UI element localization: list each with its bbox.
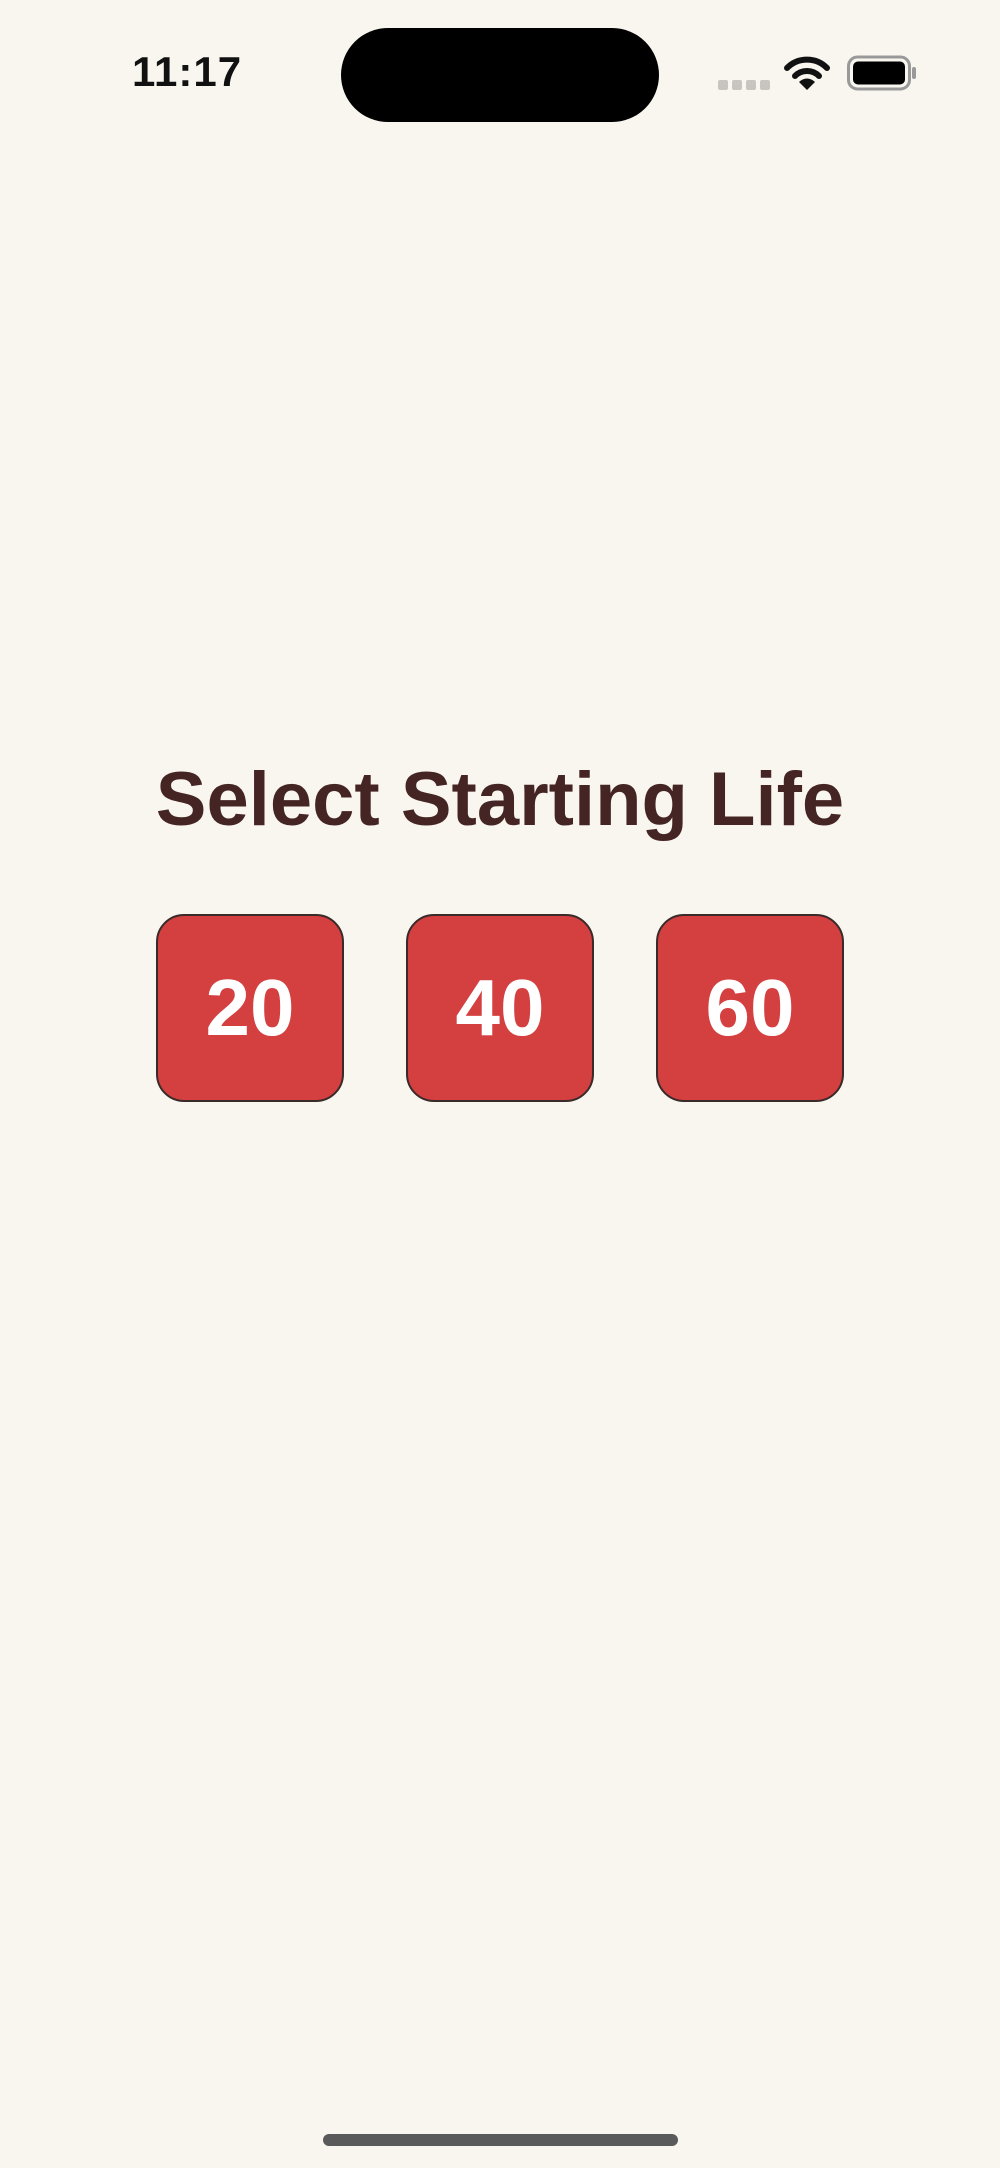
wifi-icon: [784, 56, 830, 90]
status-bar: 11:17: [0, 0, 1000, 150]
life-40-button[interactable]: 40: [406, 914, 594, 1102]
page-title: Select Starting Life: [155, 757, 845, 842]
battery-full-icon: [847, 55, 916, 91]
life-20-button[interactable]: 20: [156, 914, 344, 1102]
life-60-button[interactable]: 60: [656, 914, 844, 1102]
home-indicator[interactable]: [323, 2134, 678, 2146]
dynamic-island: [341, 28, 659, 122]
cellular-signal-icon: [718, 80, 770, 90]
status-time: 11:17: [132, 48, 243, 95]
